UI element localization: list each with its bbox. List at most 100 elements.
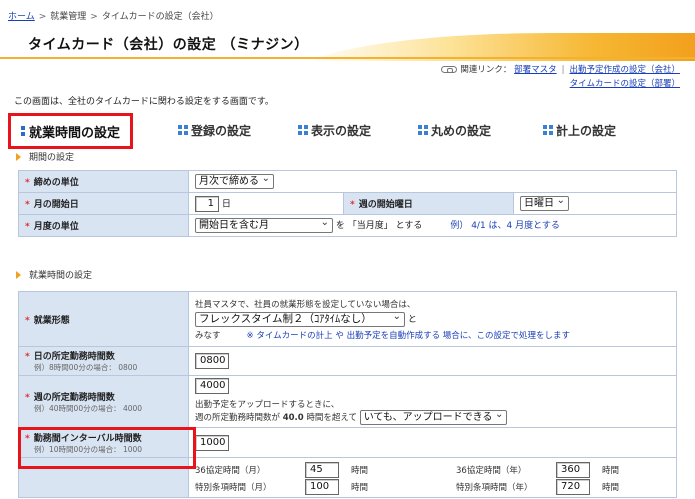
tab-accounting[interactable]: 計上の設定 xyxy=(543,113,616,147)
settings-tabs: 就業時間の設定 登録の設定 表示の設定 丸めの設定 計上の設定 xyxy=(8,113,668,149)
agreement-label xyxy=(18,457,189,498)
month-start-row: * 月の開始日 1 日 * 週の開始曜日 日曜日 xyxy=(18,192,677,215)
agreement-year-input[interactable]: 360 xyxy=(556,461,590,478)
closing-unit-select[interactable]: 月次で締める xyxy=(195,172,274,189)
upload-allowed-select[interactable]: いても、アップロードできる xyxy=(359,408,508,425)
week-start-label-text: 週の開始曜日 xyxy=(358,200,413,210)
month-unit-example: 例） 4/1 は、4 月度とする xyxy=(450,221,560,231)
weekly-hours-label-text: 週の所定勤務時間数 xyxy=(33,392,115,403)
required-mark: * xyxy=(25,392,30,403)
work-form-cell: 社員マスタで、社員の就業形態を設定していない場合は、 フレックスタイム制２（ｺｱ… xyxy=(188,291,677,347)
month-unit-label: * 月度の単位 xyxy=(18,214,189,237)
tab-rounding[interactable]: 丸めの設定 xyxy=(418,113,491,147)
weekly-hours-cell: 4000 出勤予定をアップロードするときに、 週の所定勤務時間数が 40.0 時… xyxy=(188,375,677,428)
interval-input[interactable]: 1000 xyxy=(195,434,229,451)
interval-cell: 1000 xyxy=(188,427,677,458)
weekly-hours-note1: 出勤予定をアップロードするときに、 xyxy=(195,400,340,410)
grid-icon xyxy=(178,125,188,135)
required-mark: * xyxy=(350,200,355,210)
weekly-hours-input[interactable]: 4000 xyxy=(195,378,229,394)
special-year-input[interactable]: 720 xyxy=(556,478,590,495)
work-form-note: 社員マスタで、社員の就業形態を設定していない場合は、 xyxy=(195,299,416,310)
weekly-hours-note2c: 時間を超えて xyxy=(306,413,357,423)
link-chain-icon xyxy=(441,66,458,73)
triangle-bullet-icon xyxy=(16,270,21,279)
work-form-to: と xyxy=(407,314,417,325)
tab-working-hours[interactable]: 就業時間の設定 xyxy=(8,113,133,149)
work-form-select[interactable]: フレックスタイム制２（ｺｱﾀｲﾑなし） xyxy=(195,310,405,327)
tab-label: 計上の設定 xyxy=(556,123,617,138)
week-start-select[interactable]: 日曜日 xyxy=(520,194,569,211)
interval-label-text: 勤務間インターバル時間数 xyxy=(33,433,142,444)
required-mark: * xyxy=(25,315,30,326)
interval-example: 例）10時間00分の場合： 1000 xyxy=(34,444,143,454)
link-separator: | xyxy=(561,65,565,75)
tab-label: 登録の設定 xyxy=(191,123,252,138)
breadcrumb-home-link[interactable]: ホーム xyxy=(8,12,35,22)
tab-display[interactable]: 表示の設定 xyxy=(298,113,371,147)
required-mark: * xyxy=(25,178,30,188)
month-start-label: * 月の開始日 xyxy=(18,192,189,215)
hours-unit: 時間 xyxy=(602,465,620,476)
daily-hours-input[interactable]: 0800 xyxy=(195,353,229,369)
title-bar: タイムカード（会社）の設定 （ミナジン） xyxy=(0,27,695,61)
weekly-hours-threshold: 40.0 xyxy=(282,413,304,423)
agreement-cell: 36協定時間（月） 45 時間 36協定時間（年） 360 時間 特別条項時間（… xyxy=(188,457,677,498)
worktime-settings-table: * 就業形態 社員マスタで、社員の就業形態を設定していない場合は、 フレックスタイ… xyxy=(18,291,677,498)
special-month-input[interactable]: 100 xyxy=(305,478,339,495)
tab-registration[interactable]: 登録の設定 xyxy=(178,113,251,147)
day-unit: 日 xyxy=(221,199,231,209)
weekly-hours-example: 例）40時間00分の場合： 4000 xyxy=(34,403,143,413)
grid-icon xyxy=(21,126,26,136)
closing-unit-row: * 締めの単位 月次で締める xyxy=(18,170,677,193)
month-start-label-text: 月の開始日 xyxy=(33,200,79,210)
grid-icon xyxy=(298,125,308,135)
special-year-label: 特別条項時間（年） xyxy=(456,482,533,493)
closing-unit-label-text: 締めの単位 xyxy=(33,178,79,188)
work-form-row: * 就業形態 社員マスタで、社員の就業形態を設定していない場合は、 フレックスタイ… xyxy=(18,291,677,347)
special-month-label: 特別条項時間（月） xyxy=(195,482,272,493)
triangle-bullet-icon xyxy=(16,152,21,161)
period-settings-table: *締めの単位 月次で締める *月の開始日 1 日 *週の開始曜日 日曜日 *月度… xyxy=(18,170,677,237)
daily-hours-label-text: 日の所定勤務時間数 xyxy=(33,352,115,362)
interval-label: * 勤務間インターバル時間数 例）10時間00分の場合： 1000 xyxy=(18,427,189,458)
daily-hours-row: * 日の所定勤務時間数 例）8時間00分の場合： 0800 0800 xyxy=(18,346,677,376)
agreement-month-input[interactable]: 45 xyxy=(305,461,339,478)
daily-hours-example: 例）8時間00分の場合： 0800 xyxy=(34,363,138,372)
weekly-hours-note2a: 週の所定勤務時間数が xyxy=(195,413,281,423)
month-unit-row: *月度の単位 開始日を含む月 を 「当月度」 とする 例） 4/1 は、4 月度と… xyxy=(18,214,677,237)
hours-unit: 時間 xyxy=(602,482,620,493)
month-unit-text: を 「当月度」 とする xyxy=(335,221,423,231)
closing-unit-cell: 月次で締める xyxy=(188,170,677,193)
timecard-dept-settings-link[interactable]: タイムカードの設定（部署） xyxy=(570,79,680,89)
attendance-plan-settings-link[interactable]: 出勤予定作成の設定（会社） xyxy=(569,65,680,75)
grid-icon xyxy=(543,125,553,135)
weekly-hours-row: * 週の所定勤務時間数 例）40時間00分の場合： 4000 4000 出勤予定をア… xyxy=(18,375,677,428)
month-start-input[interactable]: 1 xyxy=(195,195,219,212)
breadcrumb-section: 就業管理 xyxy=(50,12,87,22)
tab-label: 表示の設定 xyxy=(311,123,372,138)
grid-icon xyxy=(418,125,428,135)
required-mark: * xyxy=(25,200,30,210)
dept-master-link[interactable]: 部署マスタ xyxy=(514,65,557,75)
agreement-row: 36協定時間（月） 45 時間 36協定時間（年） 360 時間 特別条項時間（… xyxy=(18,457,677,498)
month-unit-cell: 開始日を含む月 を 「当月度」 とする 例） 4/1 は、4 月度とする xyxy=(188,214,677,237)
week-start-cell: 日曜日 xyxy=(513,192,677,215)
breadcrumb-current: タイムカードの設定（会社） xyxy=(101,12,219,22)
related-links-label: 関連リンク： xyxy=(460,65,512,75)
work-form-note2: ※ タイムカードの計上 や 出勤予定を自動作成する 場合に、この設定で処理をしま… xyxy=(246,330,571,341)
daily-hours-cell: 0800 xyxy=(188,346,677,376)
work-form-minasu: みなす xyxy=(195,330,221,341)
breadcrumb-separator: > xyxy=(90,12,98,22)
section-title: 就業時間の設定 xyxy=(29,271,93,281)
breadcrumb: ホーム > 就業管理 > タイムカードの設定（会社） xyxy=(8,9,219,22)
intro-text: この画面は、全社のタイムカードに関わる設定をする画面です。 xyxy=(14,97,274,107)
month-unit-label-text: 月度の単位 xyxy=(33,222,79,232)
month-unit-select[interactable]: 開始日を含む月 xyxy=(195,216,333,233)
work-form-label: * 就業形態 xyxy=(18,291,189,347)
interval-row: * 勤務間インターバル時間数 例）10時間00分の場合： 1000 1000 xyxy=(18,427,677,458)
tab-label: 丸めの設定 xyxy=(431,123,492,138)
agreement-year-label: 36協定時間（年） xyxy=(456,465,527,476)
daily-hours-label: * 日の所定勤務時間数 例）8時間00分の場合： 0800 xyxy=(18,346,189,376)
required-mark: * xyxy=(25,352,30,362)
